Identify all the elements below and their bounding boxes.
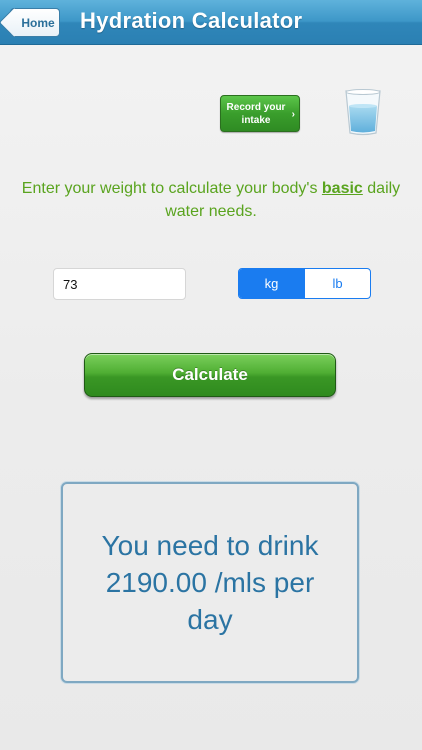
result-panel: You need to drink 2190.00 /mls per day: [61, 482, 359, 683]
chevron-right-icon: ›: [291, 109, 295, 120]
unit-kg-segment[interactable]: kg: [239, 269, 304, 298]
home-back-button[interactable]: Home: [10, 8, 60, 37]
result-text: You need to drink 2190.00 /mls per day: [101, 530, 319, 635]
page-title: Hydration Calculator: [80, 8, 303, 33]
water-glass-icon: [345, 89, 381, 136]
record-intake-button[interactable]: Record your intake ›: [220, 95, 300, 132]
unit-segmented-control: kg lb: [238, 268, 371, 299]
weight-input[interactable]: [53, 268, 186, 300]
unit-lb-segment[interactable]: lb: [304, 269, 370, 298]
calculate-button[interactable]: Calculate: [84, 353, 336, 397]
basic-emphasis: basic: [321, 180, 363, 197]
instruction-text: Enter your weight to calculate your body…: [21, 180, 401, 220]
calculate-label: Calculate: [172, 365, 248, 384]
record-intake-label: Record your intake: [226, 102, 286, 126]
navigation-bar: Home Hydration Calculator: [0, 0, 422, 45]
home-back-label: Home: [21, 15, 55, 30]
